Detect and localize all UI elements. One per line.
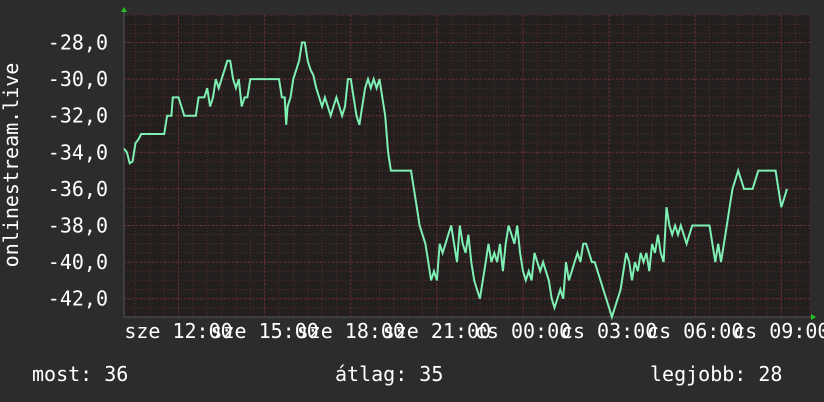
stat-current: most: 36 bbox=[32, 362, 129, 386]
stat-average: átlag: 35 bbox=[335, 362, 444, 386]
chart: -28,0 -30,0 -32,0 -34,0 -36,0 -38,0 -40,0 -42,0… bbox=[0, 7, 824, 343]
y-tick-label: -30,0 bbox=[48, 67, 108, 91]
x-tick-labels: sze 12:00sze 15:00sze 18:00sze 21:00cs 0… bbox=[124, 319, 824, 343]
y-tick-label: -32,0 bbox=[48, 104, 108, 128]
stat-best: legjobb: 28 bbox=[650, 362, 783, 386]
y-tick-label: -34,0 bbox=[48, 140, 108, 164]
y-axis-arrow-icon bbox=[121, 7, 127, 12]
y-tick-label: -40,0 bbox=[48, 250, 108, 274]
y-tick-label: -28,0 bbox=[48, 31, 108, 55]
y-axis-label: onlinestream.live bbox=[0, 63, 23, 268]
y-tick-label: -36,0 bbox=[48, 177, 108, 201]
x-tick-label: cs 09:00 bbox=[733, 319, 824, 343]
x-tick-label: cs 00:00 bbox=[475, 319, 571, 343]
y-tick-labels: -28,0 -30,0 -32,0 -34,0 -36,0 -38,0 -40,0 -42,0 bbox=[48, 31, 108, 311]
y-tick-label: -42,0 bbox=[48, 287, 108, 311]
y-tick-label: -38,0 bbox=[48, 214, 108, 238]
x-tick-label: cs 06:00 bbox=[647, 319, 743, 343]
x-tick-label: cs 03:00 bbox=[561, 319, 657, 343]
